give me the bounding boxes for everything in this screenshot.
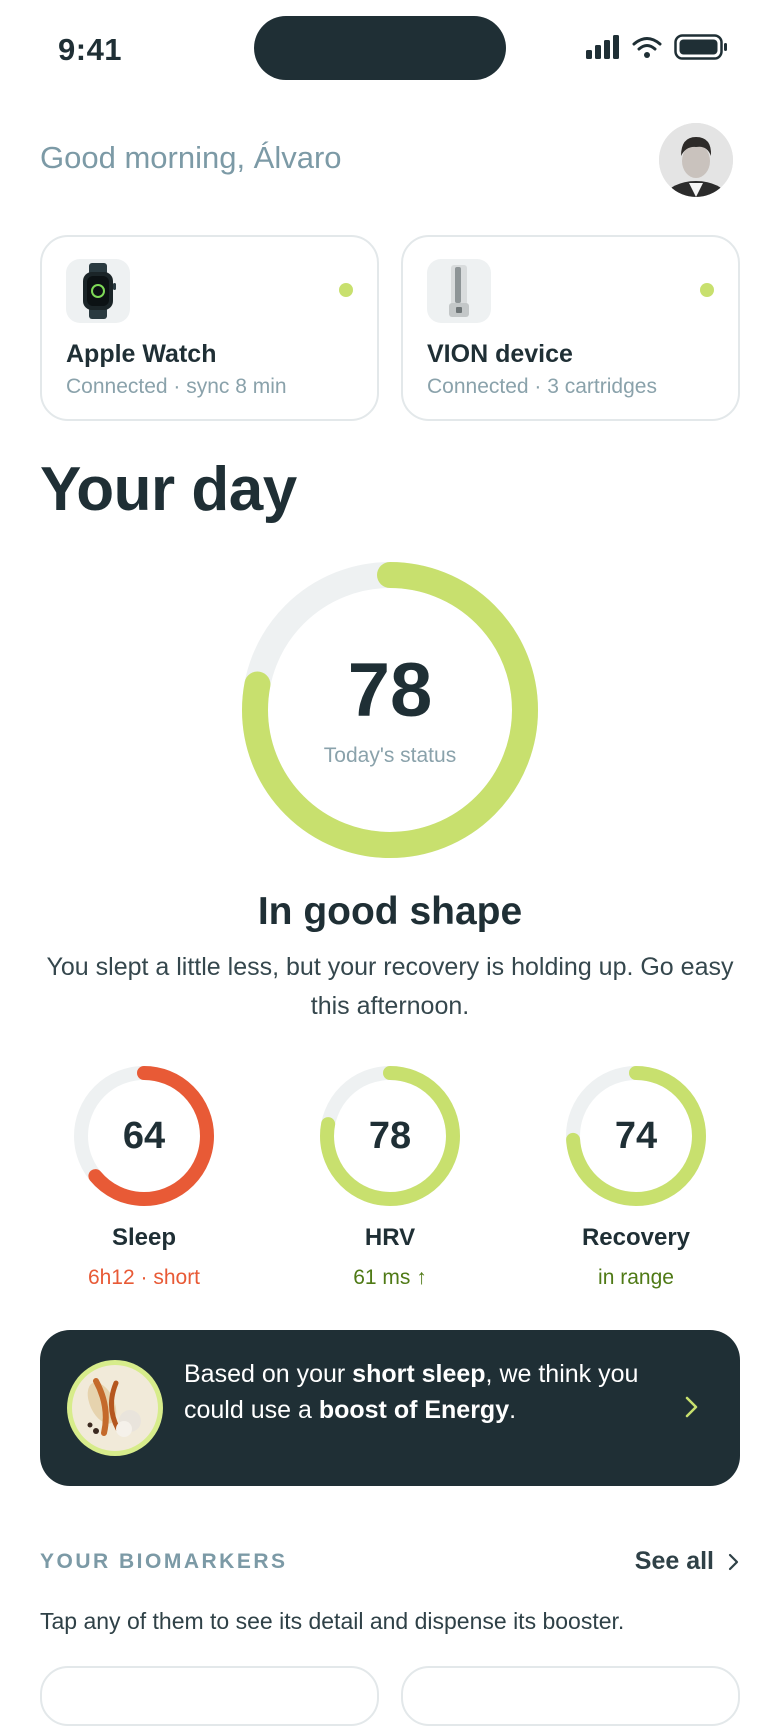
metric-label: HRV [364,1224,416,1251]
status-icons [586,34,728,60]
connected-status-dot [339,283,353,297]
metric-value: 78 [368,1114,412,1157]
reco-highlight-energy: boost of Energy [318,1396,510,1424]
reco-highlight-sleep: short sleep [352,1360,486,1388]
metric-detail: in range [598,1266,674,1289]
reco-text-part: . [509,1396,517,1424]
dynamic-island [254,16,506,80]
recommendation-text: Based on your short sleep, we think you … [184,1356,654,1428]
device-thumbnail [427,259,491,323]
see-all-link[interactable]: See all [635,1547,740,1576]
metric-detail: 6h12 · short [87,1266,201,1289]
connected-status-dot [700,283,714,297]
status-time: 9:41 [58,32,123,67]
energy-booster-icon [67,1360,163,1456]
biomarker-card[interactable] [401,1666,740,1726]
greeting-text: Good morning, Álvaro [40,140,342,175]
biomarkers-heading: YOUR BIOMARKERS [40,1550,288,1573]
avatar[interactable] [659,123,733,197]
biomarkers-description: Tap any of them to see its detail and di… [40,1608,625,1634]
status-description: You slept a little less, but your recove… [46,953,734,1020]
section-title-your-day: Your day [40,455,297,524]
metric-value: 64 [122,1114,166,1157]
chevron-right-icon[interactable] [684,1392,700,1422]
device-status: Connected · 3 cartridges [427,375,657,398]
metric-recovery[interactable]: 74 Recovery in range [546,1064,726,1290]
biomarker-card[interactable] [40,1666,379,1726]
dispenser-icon [449,265,469,317]
device-name: VION device [427,340,573,368]
reco-text-part: Based on your [184,1360,353,1388]
daily-score-value: 78 [347,648,433,733]
watch-icon [83,263,116,319]
status-title: In good shape [257,890,523,933]
signal-icon [586,35,619,59]
recommendation-card[interactable]: Based on your short sleep, we think you … [40,1330,740,1486]
metric-sleep[interactable]: 64 Sleep 6h12 · short [54,1064,234,1290]
user-avatar-icon [659,123,733,197]
wifi-icon [632,37,662,58]
device-card-vion[interactable]: VION device Connected · 3 cartridges [401,235,740,421]
device-status: Connected · sync 8 min [66,375,287,398]
metric-hrv[interactable]: 78 HRV 61 ms ↑ [300,1064,480,1290]
see-all-label: See all [634,1547,714,1575]
chevron-right-icon [728,1553,739,1570]
daily-score-caption: Today's status [323,744,457,767]
device-thumbnail [66,259,130,323]
device-name: Apple Watch [66,340,217,368]
metric-value: 74 [614,1114,658,1157]
metric-label: Recovery [581,1224,691,1251]
battery-icon [674,34,727,60]
status-bar: 9:41 [0,0,780,96]
device-card-apple-watch[interactable]: Apple Watch Connected · sync 8 min [40,235,379,421]
metric-detail: 61 ms ↑ [353,1266,427,1289]
metric-label: Sleep [111,1224,177,1251]
